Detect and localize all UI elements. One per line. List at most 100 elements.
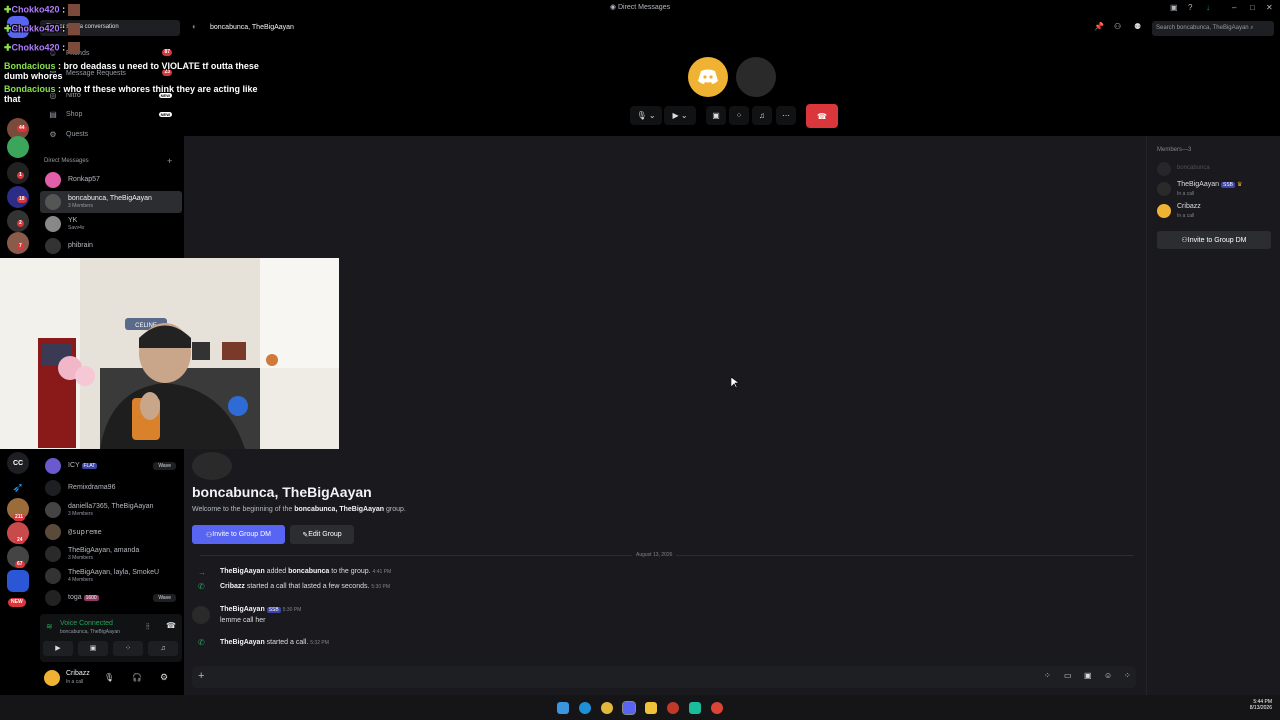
- gift-icon[interactable]: ⁘: [1044, 671, 1051, 680]
- avatar[interactable]: [1157, 162, 1171, 176]
- server-badge: 24: [15, 537, 25, 544]
- activities-button[interactable]: ⁘: [729, 106, 749, 125]
- new-badge: NEW: [8, 598, 26, 607]
- participant-avatar[interactable]: [688, 57, 728, 97]
- maximize-button[interactable]: □: [1250, 3, 1255, 12]
- invite-button[interactable]: ⚇ Invite to Group DM: [1157, 231, 1271, 249]
- inbox-icon[interactable]: ▣: [1170, 3, 1178, 12]
- add-attachment-icon[interactable]: +: [198, 670, 204, 682]
- phone-icon: ✆: [198, 638, 205, 647]
- server-icon[interactable]: CC: [7, 452, 29, 474]
- app-icon[interactable]: [689, 702, 701, 714]
- invite-button[interactable]: ⚇ Invite to Group DM: [192, 525, 285, 544]
- dm-item[interactable]: ICY FLAT Wave: [40, 455, 182, 477]
- search-input[interactable]: Search boncabunca, TheBigAayan ⌕: [1152, 21, 1274, 36]
- gif-icon[interactable]: ▭: [1064, 671, 1072, 680]
- server-badge: 211: [13, 514, 26, 521]
- dm-item[interactable]: @supreme: [40, 521, 182, 543]
- screenshare-button[interactable]: ▣: [78, 641, 108, 656]
- avatar: [45, 194, 61, 210]
- phone-icon: ✆: [198, 582, 205, 591]
- members-panel: Members—3 boncabunca TheBigAayan SSB ♛ I…: [1146, 136, 1280, 695]
- add-friends-icon[interactable]: ⚇: [1114, 22, 1121, 31]
- stream-chat-overlay: ✚Chokko420 : ✚Chokko420 : ✚Chokko420 : B…: [4, 4, 294, 104]
- webcam-scene: CELINE: [0, 258, 339, 449]
- dm-item[interactable]: Ronkap57: [40, 169, 182, 191]
- avatar: [45, 502, 61, 518]
- message-input[interactable]: + ⁘ ▭ ▣ ☺ ⁘: [192, 666, 1136, 688]
- file-explorer-icon[interactable]: [645, 702, 657, 714]
- leave-call-button[interactable]: ☎: [806, 104, 838, 128]
- screenshare-button[interactable]: ▣: [706, 106, 726, 125]
- sticker-icon[interactable]: ▣: [1084, 671, 1092, 680]
- dm-item[interactable]: toga 1600 Wave: [40, 587, 182, 609]
- participant-avatar[interactable]: [736, 57, 776, 97]
- chat-line: Bondacious : bro deadass u need to VIOLA…: [4, 61, 259, 71]
- minimize-button[interactable]: –: [1232, 3, 1236, 12]
- chrome-canary-icon[interactable]: [711, 702, 723, 714]
- edge-icon[interactable]: [579, 702, 591, 714]
- channel-header: ◐ boncabunca, TheBigAayan 📌 ⚇ ⚉ Search b…: [184, 16, 1280, 40]
- new-badge: NEW: [158, 111, 172, 117]
- start-icon[interactable]: [557, 702, 569, 714]
- disconnect-icon[interactable]: ☎: [166, 621, 176, 630]
- kick-icon[interactable]: [7, 570, 29, 592]
- noise-suppression-icon[interactable]: ⦙⦙: [146, 622, 150, 632]
- avatar[interactable]: [1157, 182, 1171, 196]
- quests-icon: ⚙: [49, 129, 57, 139]
- member-name[interactable]: TheBigAayan SSB ♛: [1177, 181, 1242, 188]
- app-icon[interactable]: [667, 702, 679, 714]
- avatar[interactable]: [44, 670, 60, 686]
- member-name[interactable]: Cribazz: [1177, 203, 1201, 210]
- bird-icon[interactable]: ➶: [7, 476, 29, 498]
- soundboard-button[interactable]: ♫: [148, 641, 178, 656]
- member-name[interactable]: boncabunca: [1177, 165, 1210, 171]
- dm-item[interactable]: YK Savv4x: [40, 213, 182, 235]
- camera-toggle-button[interactable]: ▶ ⌄: [664, 106, 696, 125]
- server-badge: 2: [17, 220, 24, 227]
- soundboard-button[interactable]: ♫: [752, 106, 772, 125]
- members-icon[interactable]: ⚉: [1134, 22, 1141, 31]
- chrome-icon[interactable]: [601, 702, 613, 714]
- apps-icon[interactable]: ⁘: [1124, 671, 1131, 680]
- chat-line: ✚Chokko420 :: [4, 23, 294, 42]
- system-message: Cribazz started a call that lasted a few…: [220, 583, 390, 590]
- arrow-icon: →: [198, 568, 206, 577]
- camera-button[interactable]: ▶: [43, 641, 73, 656]
- sidebar-item-quests[interactable]: ⚙ Quests: [40, 125, 182, 143]
- edit-group-button[interactable]: ✎ Edit Group: [290, 525, 354, 544]
- crown-icon: ♛: [1236, 182, 1243, 188]
- add-dm-button[interactable]: +: [167, 156, 172, 166]
- voice-channel[interactable]: boncabunca, TheBigAayan: [60, 629, 120, 635]
- discord-logo-icon: [698, 69, 718, 84]
- emoji-icon[interactable]: ☺: [1104, 671, 1112, 680]
- download-icon[interactable]: ↓: [1206, 3, 1210, 12]
- taskbar: 5:44 PM 8/13/2026: [0, 695, 1280, 720]
- dm-item[interactable]: phibrain: [40, 235, 182, 257]
- dm-item[interactable]: daniella7365, TheBigAayan 3 Members: [40, 499, 182, 521]
- pin-icon[interactable]: 📌: [1094, 22, 1104, 31]
- discord-taskbar-icon[interactable]: [622, 701, 636, 715]
- headphones-icon[interactable]: 🎧: [132, 673, 142, 682]
- more-options-button[interactable]: ⋯: [776, 106, 796, 125]
- wave-button[interactable]: Wave: [153, 462, 176, 470]
- chat-line: ✚Chokko420 :: [4, 42, 294, 61]
- avatar: [45, 216, 61, 232]
- dm-item-active[interactable]: boncabunca, TheBigAayan 3 Members: [40, 191, 182, 213]
- avatar[interactable]: [1157, 204, 1171, 218]
- server-icon[interactable]: [7, 136, 29, 158]
- clock[interactable]: 5:44 PM 8/13/2026: [1226, 699, 1272, 711]
- dm-item[interactable]: TheBigAayan, layla, SmokeU 4 Members: [40, 565, 182, 587]
- sidebar-item-shop[interactable]: ▤ Shop NEW: [40, 105, 182, 123]
- close-button[interactable]: ✕: [1266, 3, 1273, 12]
- dm-item[interactable]: Remixdrama96: [40, 477, 182, 499]
- help-icon[interactable]: ?: [1188, 3, 1192, 12]
- microphone-icon[interactable]: 🎙: [104, 673, 114, 682]
- wave-button[interactable]: Wave: [153, 594, 176, 602]
- avatar[interactable]: [192, 606, 210, 624]
- dm-item[interactable]: TheBigAayan, amanda 3 Members: [40, 543, 182, 565]
- system-message: TheBigAayan added boncabunca to the grou…: [220, 568, 392, 575]
- activities-button[interactable]: ⁘: [113, 641, 143, 656]
- mute-button[interactable]: 🎙 ⌄: [630, 106, 662, 125]
- settings-icon[interactable]: ⚙: [160, 672, 168, 683]
